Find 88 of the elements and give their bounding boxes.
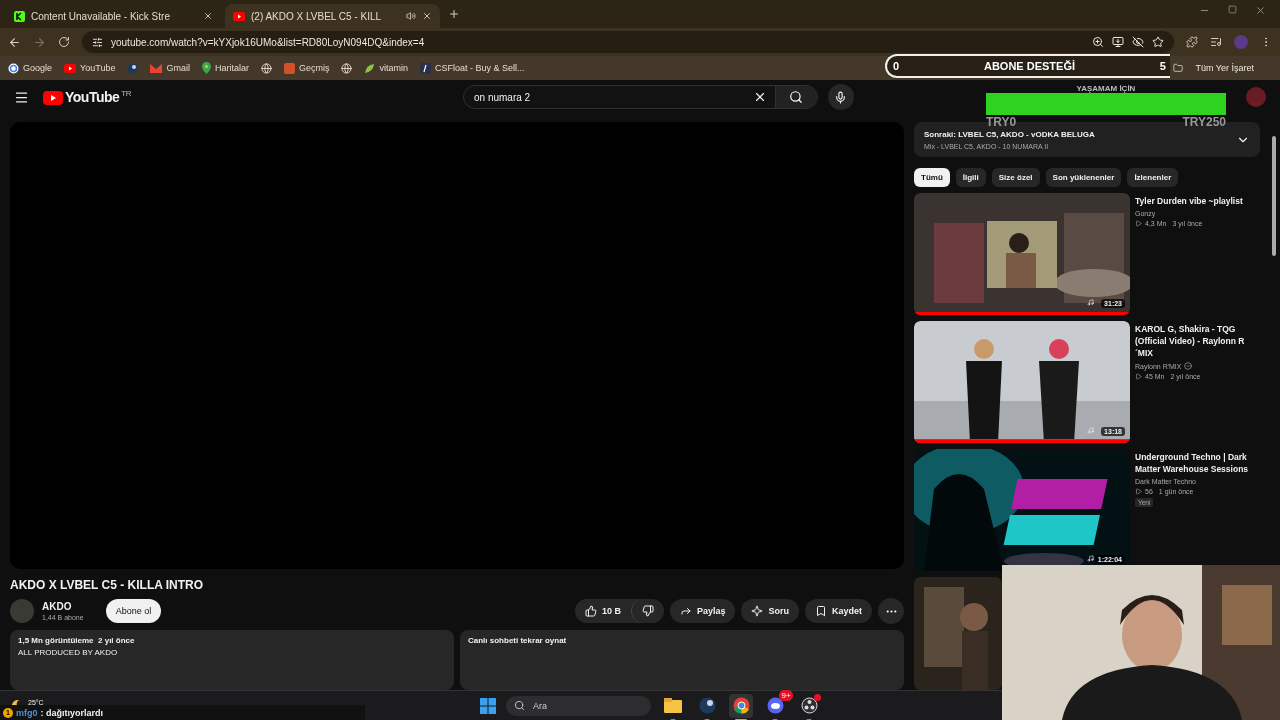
music-note-icon: [1087, 427, 1094, 434]
filter-chip[interactable]: İlgili: [955, 168, 986, 187]
folder-icon[interactable]: [1173, 63, 1184, 73]
chat-message: : dağıtıyorlardı: [40, 707, 104, 718]
youtube-logo: [233, 11, 245, 21]
search-icon: [514, 700, 525, 711]
donation-title: YAŞAMAM İÇİN: [1076, 84, 1136, 93]
scrollbar-thumb[interactable]: [1272, 136, 1276, 256]
action-button[interactable]: Soru: [741, 599, 799, 623]
folder-icon[interactable]: [664, 698, 682, 713]
google-icon: [8, 62, 19, 74]
zoom-icon[interactable]: [1092, 36, 1104, 48]
chrome-icon[interactable]: [732, 697, 750, 714]
reload-icon[interactable]: [58, 36, 70, 48]
obs-icon[interactable]: [800, 697, 818, 714]
sparkle-icon: [751, 605, 764, 617]
install-icon[interactable]: [1112, 36, 1124, 48]
close-icon[interactable]: [1255, 4, 1266, 16]
menu-icon[interactable]: [14, 89, 29, 105]
bookmark[interactable]: CSFloat - Buy & Sell...: [419, 62, 525, 74]
bookmark[interactable]: Geçmiş: [283, 62, 330, 74]
bookmark[interactable]: Haritalar: [201, 62, 249, 74]
browser-tab[interactable]: (2) AKDO X LVBEL C5 - KILL: [225, 4, 440, 28]
search-button[interactable]: [775, 86, 817, 108]
mail-icon: [150, 63, 163, 73]
bookmark[interactable]: Gmail: [150, 63, 190, 73]
back-icon[interactable]: [8, 35, 21, 49]
music-note-icon: [1087, 299, 1094, 306]
history-icon: [283, 62, 295, 74]
filter-chip[interactable]: Tümü: [914, 168, 950, 187]
play-icon: [1135, 488, 1142, 495]
up-next-title: Sonraki: LVBEL C5, AKDO - vODKA BELUGA: [924, 129, 1095, 139]
chat-replay-title: Canlı sohbeti tekrar oynat: [468, 636, 568, 645]
clear-icon[interactable]: [753, 90, 767, 104]
bookmark[interactable]: YouTube: [64, 63, 116, 73]
youtube-icon: [64, 63, 77, 73]
filter-chip[interactable]: İzlenenler: [1127, 168, 1179, 187]
star-icon[interactable]: [1152, 36, 1164, 48]
extensions-icon[interactable]: [1186, 36, 1198, 48]
channel-name[interactable]: AKDO: [42, 601, 84, 612]
bookmark[interactable]: vitamin: [364, 62, 408, 74]
notification-badge: 9+: [779, 689, 793, 701]
kick-logo: [14, 10, 25, 22]
start-icon[interactable]: [480, 697, 496, 714]
map-pin-icon: [201, 62, 211, 74]
csfloat-icon: [419, 62, 431, 74]
mic-button[interactable]: [828, 84, 854, 110]
filter-chip[interactable]: Size özel: [991, 168, 1040, 187]
thumbs-up-icon: [584, 605, 597, 617]
play-icon: [1135, 373, 1142, 380]
site-settings-icon[interactable]: [92, 36, 103, 48]
search-icon: [789, 90, 804, 104]
close-icon[interactable]: [422, 11, 432, 21]
bookmarks-folder[interactable]: Tüm Yer İşaret: [1195, 63, 1254, 73]
media-icon[interactable]: [1210, 36, 1222, 48]
action-button[interactable]: Kaydet: [805, 599, 872, 623]
description-text: ALL PRODUCED BY AKDO: [18, 648, 119, 657]
leaf-icon: [364, 62, 376, 74]
close-icon[interactable]: [203, 11, 213, 21]
action-button[interactable]: Paylaş: [669, 599, 736, 623]
subscribe-button[interactable]: Abone ol: [105, 599, 162, 623]
chat-username: mfg0: [16, 707, 38, 718]
search-field[interactable]: on numara 2: [463, 85, 818, 109]
video-title[interactable]: Underground Techno | Dark Matter Warehouse Sessions: [1135, 451, 1260, 475]
video-title[interactable]: Tyler Durden vibe ~playlist: [1135, 195, 1260, 207]
video-title[interactable]: KAROL G, Shakira - TQG (Official Video) - Raylonn R´MIX: [1135, 323, 1260, 359]
bookmark[interactable]: Google: [8, 62, 53, 74]
discord-icon[interactable]: [766, 697, 784, 714]
steam-icon[interactable]: [698, 697, 716, 714]
video-stats: 1,5 Mn görüntüleme 2 yıl önce: [18, 636, 136, 645]
taskbar-search[interactable]: Ara: [506, 695, 651, 716]
thumbs-down-icon: [641, 605, 654, 617]
maximize-icon[interactable]: [1228, 4, 1237, 14]
new-tab-icon[interactable]: [448, 8, 460, 20]
music-note-icon: [1087, 555, 1094, 562]
share-icon: [679, 605, 692, 617]
browser-tab[interactable]: Content Unavailable - Kick Stre: [6, 4, 221, 28]
goal-target: 5: [1159, 60, 1166, 72]
video-title: AKDO X LVBEL C5 - KILLA INTRO: [10, 578, 205, 592]
forward-icon[interactable]: [33, 35, 46, 49]
filter-chip[interactable]: Son yüklenenler: [1045, 168, 1122, 187]
goal-current: 0: [893, 60, 900, 72]
address-bar[interactable]: youtube.com/watch?v=kYXjok16UMo&list=RD80LoyN094DQ&index=4: [82, 31, 1174, 53]
play-icon: [1135, 220, 1142, 227]
eye-off-icon[interactable]: [1132, 36, 1144, 48]
mic-icon: [834, 90, 848, 104]
goal-title: ABONE DESTEĞİ: [983, 60, 1076, 72]
more-button[interactable]: [878, 598, 904, 624]
